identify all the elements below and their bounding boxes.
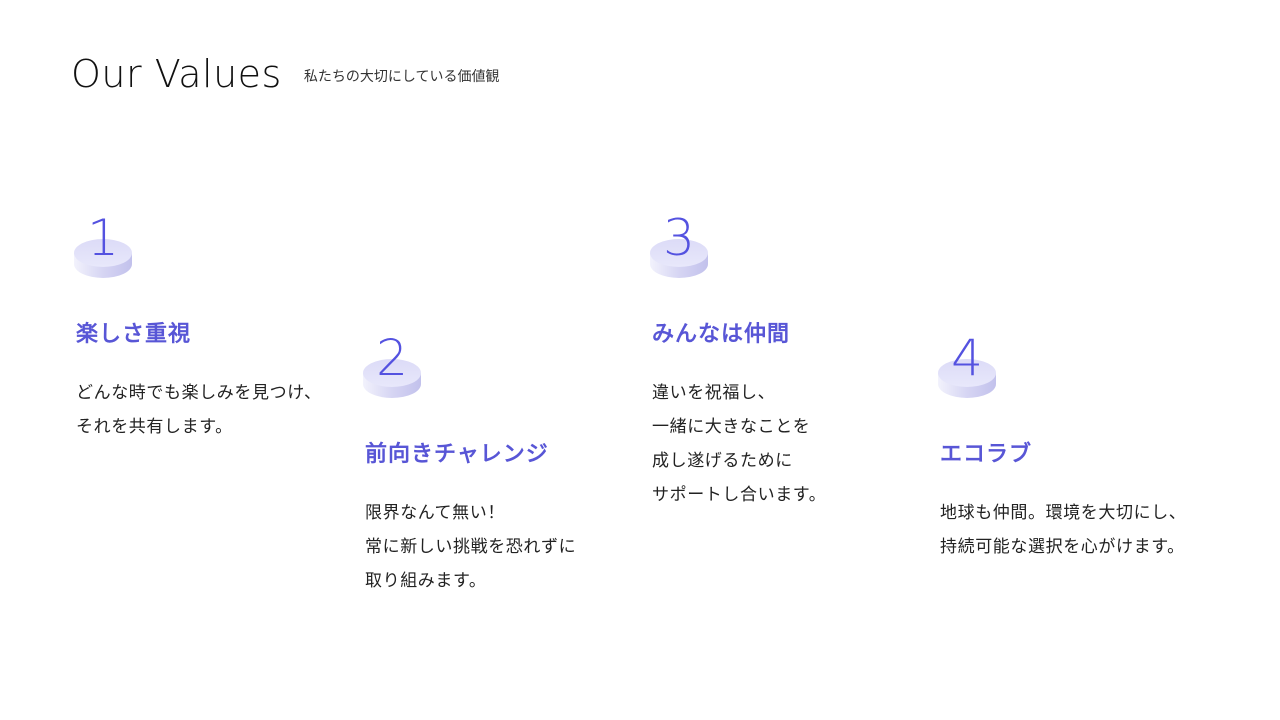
value-description-line: 地球も仲間。環境を大切にし、 (940, 503, 1187, 523)
value-description-line: 成し遂げるために (652, 451, 793, 471)
value-card-1: 1 楽しさ重視 どんな時でも楽しみを見つけ、 それを共有します。 (73, 212, 353, 444)
value-title: 前向きチャレンジ (365, 442, 549, 467)
value-number: 3 (663, 209, 695, 267)
value-description-line: どんな時でも楽しみを見つけ、 (76, 383, 322, 403)
value-number-badge: 1 (73, 212, 135, 288)
value-description: 違いを祝福し、 一緒に大きなことを 成し遂げるために サポートし合います。 (652, 376, 929, 512)
value-number: 4 (951, 329, 983, 387)
value-number: 1 (87, 209, 119, 267)
value-number: 2 (376, 329, 408, 387)
value-number-badge: 2 (362, 332, 424, 408)
value-title: エコラブ (940, 442, 1033, 467)
value-description: 地球も仲間。環境を大切にし、 持続可能な選択を心がけます。 (940, 496, 1217, 564)
value-description-line: 取り組みます。 (365, 571, 487, 591)
value-title: みんなは仲間 (652, 322, 791, 347)
value-description-line: 持続可能な選択を心がけます。 (940, 537, 1185, 557)
page-subtitle: 私たちの大切にしている価値観 (303, 69, 500, 85)
value-number-badge: 4 (937, 332, 999, 408)
value-description-line: サポートし合います。 (652, 485, 827, 505)
value-card-3: 3 みんなは仲間 違いを祝福し、 一緒に大きなことを 成し遂げるために サポート… (649, 212, 929, 512)
value-number-badge: 3 (649, 212, 711, 288)
value-description-line: 一緒に大きなことを (652, 417, 811, 437)
value-card-2: 2 前向きチャレンジ 限界なんて無い！ 常に新しい挑戦を恐れずに 取り組みます。 (362, 332, 642, 598)
value-card-4: 4 エコラブ 地球も仲間。環境を大切にし、 持続可能な選択を心がけます。 (937, 332, 1217, 564)
value-description-line: 違いを祝福し、 (652, 383, 776, 403)
page-header: Our Values 私たちの大切にしている価値観 (71, 52, 499, 96)
value-description: 限界なんて無い！ 常に新しい挑戦を恐れずに 取り組みます。 (365, 496, 642, 598)
value-title: 楽しさ重視 (76, 322, 192, 347)
value-description-line: 限界なんて無い！ (365, 503, 505, 523)
value-description: どんな時でも楽しみを見つけ、 それを共有します。 (76, 376, 353, 444)
value-description-line: それを共有します。 (76, 417, 233, 437)
page-title: Our Values (71, 52, 282, 96)
value-description-line: 常に新しい挑戦を恐れずに (365, 537, 577, 557)
